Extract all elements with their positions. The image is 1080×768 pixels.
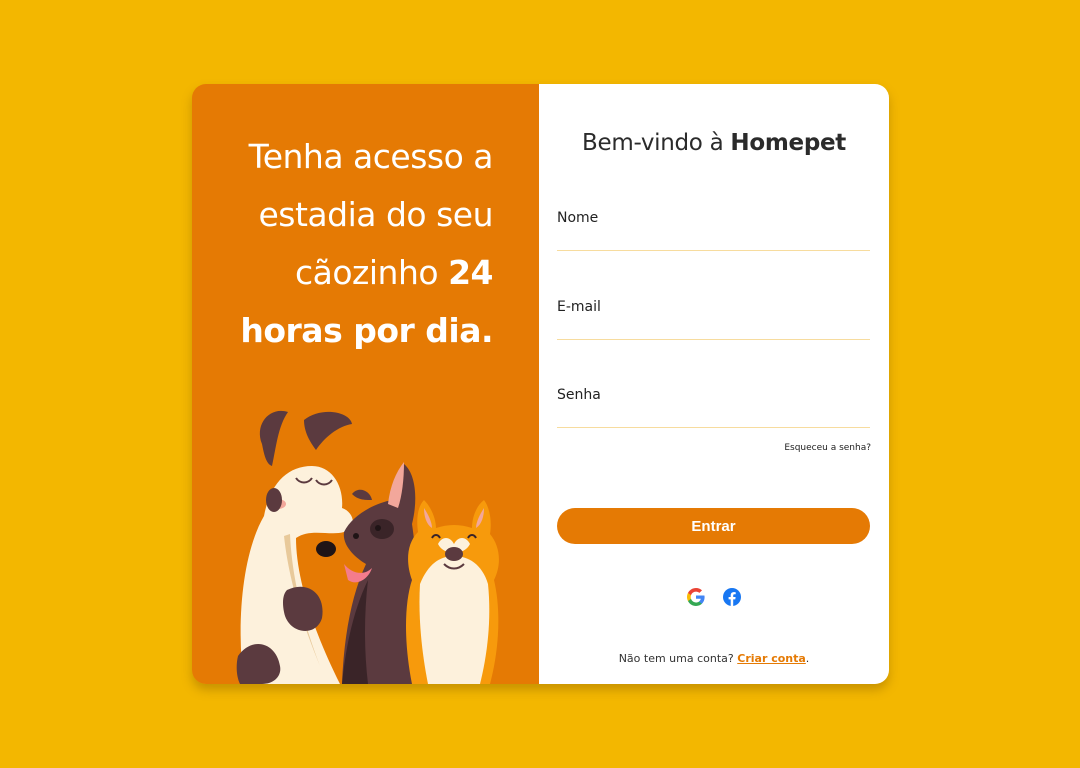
name-input[interactable] xyxy=(557,233,870,249)
password-input[interactable] xyxy=(557,410,870,426)
dogs-illustration xyxy=(236,410,499,684)
name-label: Nome xyxy=(557,210,599,226)
signup-suffix: . xyxy=(805,652,810,665)
welcome-heading: Bem-vindo à Homepet xyxy=(539,130,889,156)
login-form-panel: Bem-vindo à Homepet Nome E-mail Senha Es… xyxy=(539,84,889,684)
promo-panel: Tenha acesso a estadia do seu cãozinho 2… xyxy=(192,84,539,684)
name-field: Nome xyxy=(557,210,870,251)
google-icon[interactable] xyxy=(687,588,705,606)
login-card: Tenha acesso a estadia do seu cãozinho 2… xyxy=(192,84,889,684)
password-label: Senha xyxy=(557,387,601,403)
signup-prompt: Não tem uma conta? Criar conta. xyxy=(539,652,889,665)
forgot-password-link[interactable]: Esqueceu a senha? xyxy=(784,443,871,453)
facebook-icon[interactable] xyxy=(723,588,741,606)
email-input[interactable] xyxy=(557,322,870,338)
email-label: E-mail xyxy=(557,299,601,315)
welcome-prefix: Bem-vindo à xyxy=(582,130,731,156)
orange-dog-illustration xyxy=(406,500,499,684)
brand-name: Homepet xyxy=(730,130,846,156)
create-account-link[interactable]: Criar conta xyxy=(737,652,806,665)
login-button[interactable]: Entrar xyxy=(557,508,870,544)
promo-headline: Tenha acesso a estadia do seu cãozinho 2… xyxy=(193,128,493,360)
signup-prefix: Não tem uma conta? xyxy=(618,652,738,665)
email-field: E-mail xyxy=(557,299,870,340)
password-field: Senha xyxy=(557,387,870,428)
social-login-row xyxy=(539,588,889,606)
